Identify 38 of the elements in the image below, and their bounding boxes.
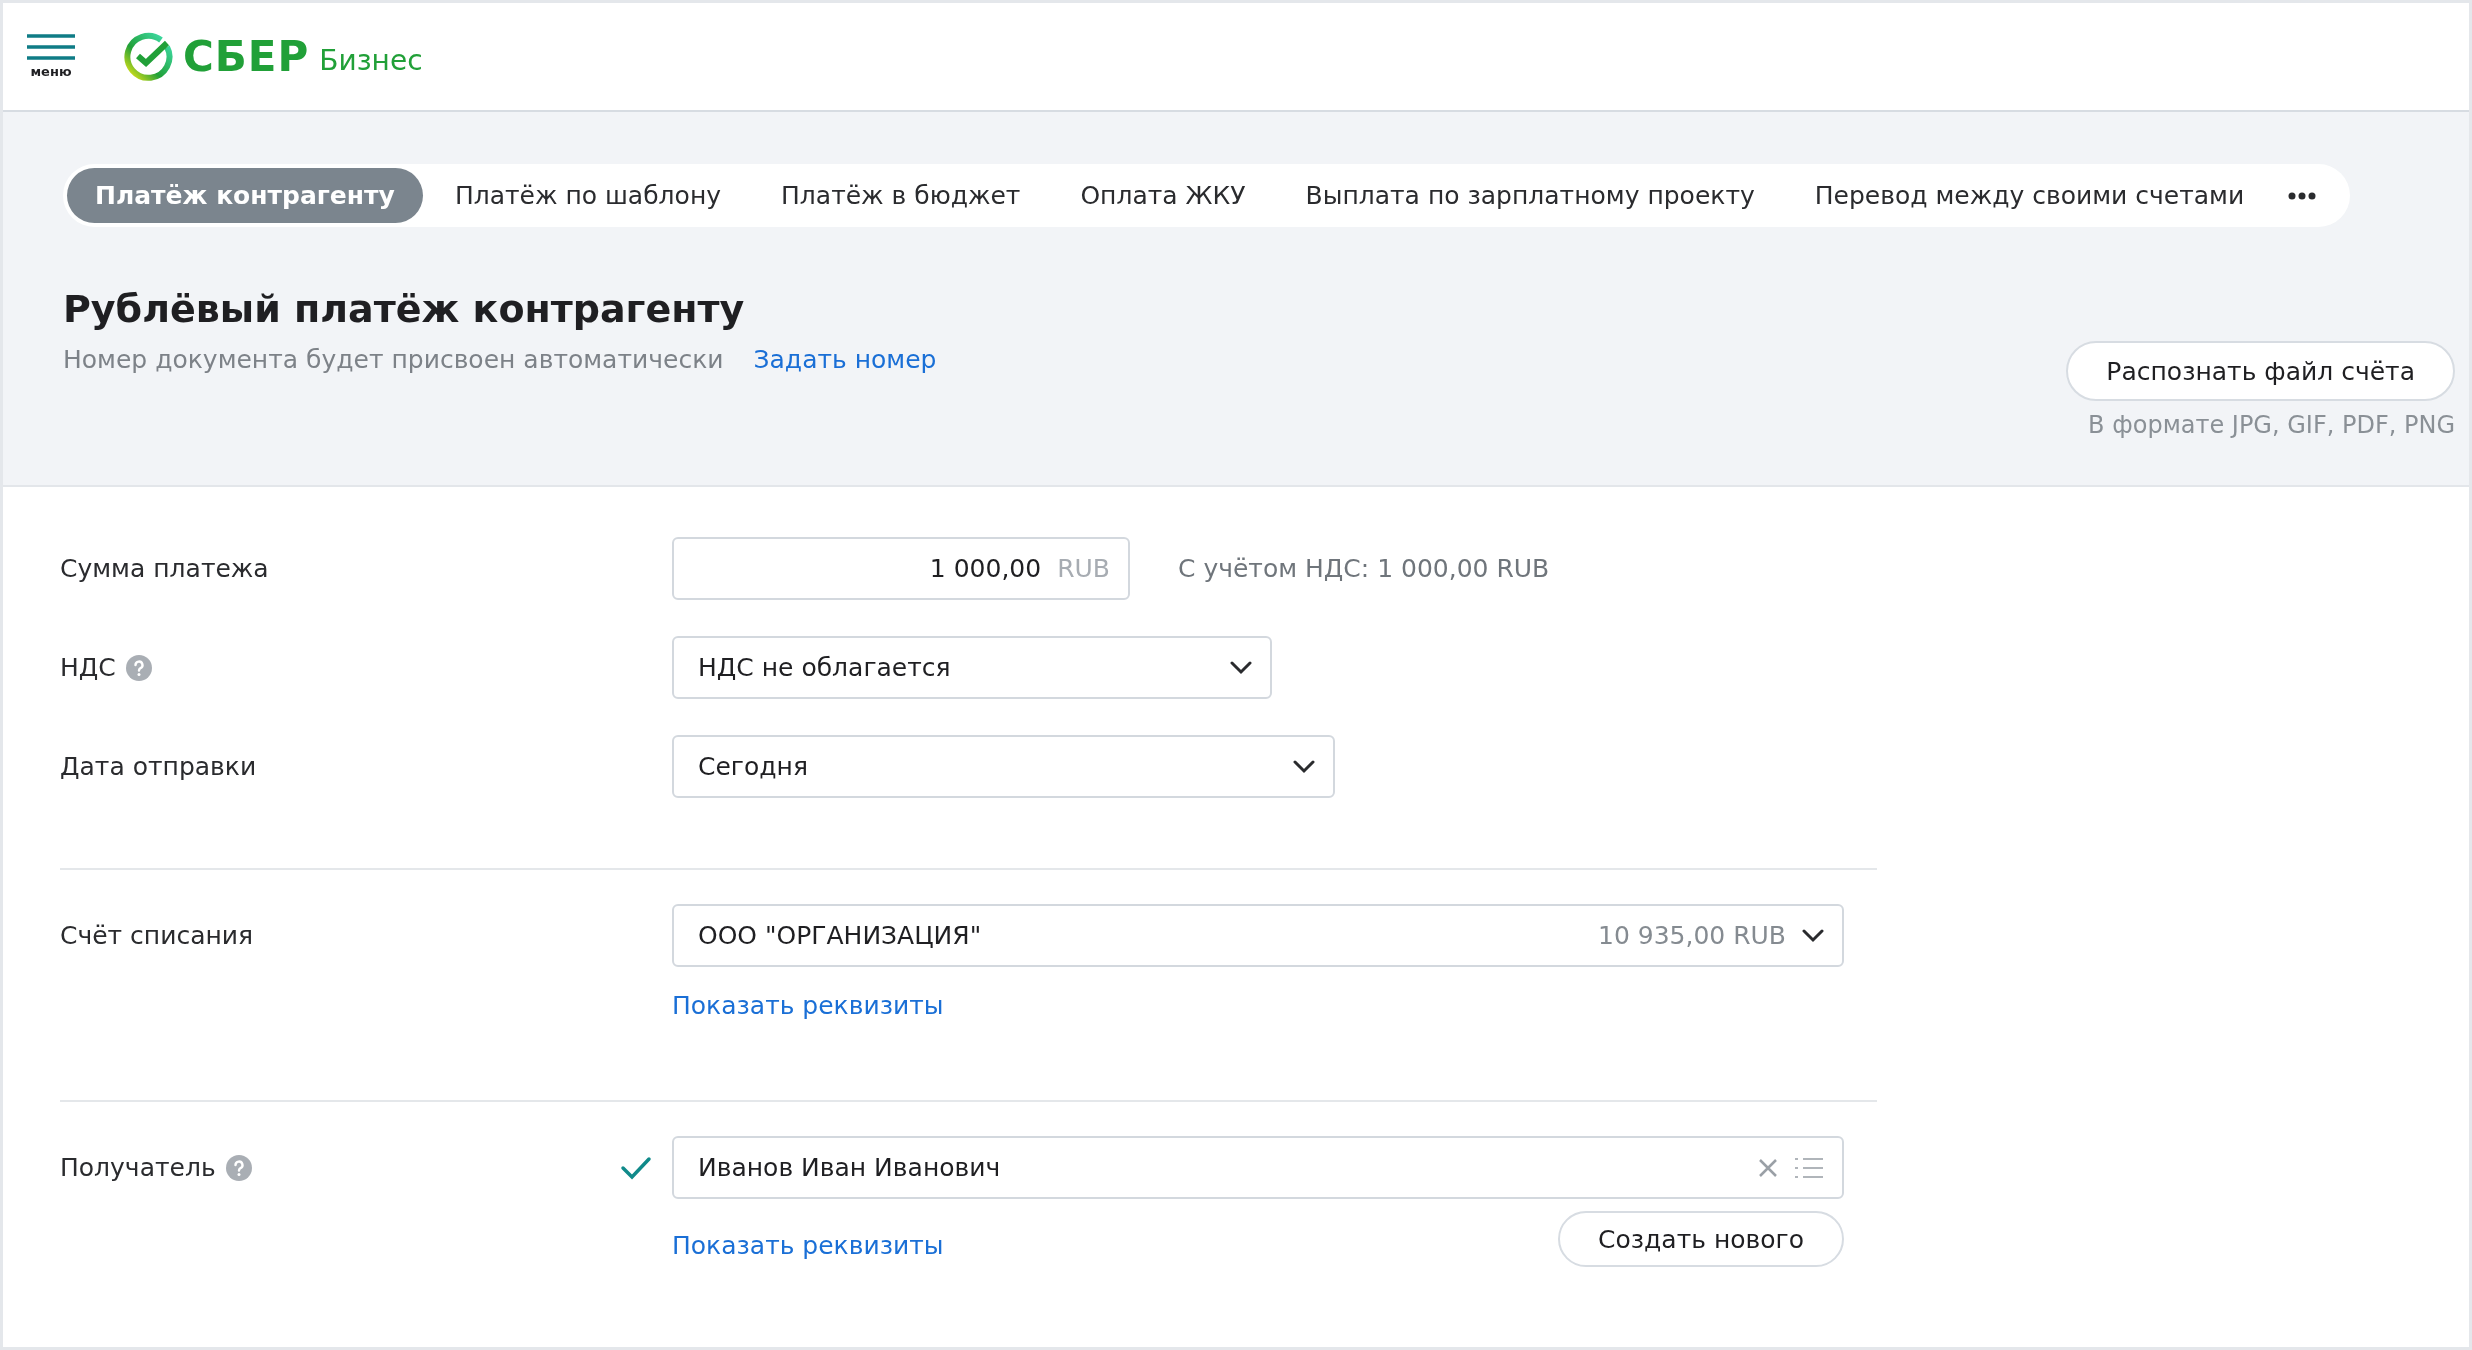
field-label: Счёт списания	[60, 921, 254, 950]
set-number-link[interactable]: Задать номер	[753, 345, 937, 375]
account-select[interactable]: ООО "ОРГАНИЗАЦИЯ" 10 935,00 RUB	[672, 904, 1844, 967]
menu-icon	[27, 34, 75, 61]
field-label: Дата отправки	[60, 752, 257, 781]
amount-input[interactable]: 1 000,00 RUB	[672, 537, 1130, 600]
page-subtitle: Номер документа будет присвоен автоматически	[63, 345, 724, 375]
list-icon[interactable]	[1794, 1155, 1824, 1180]
payment-tab[interactable]: Выплата по зарплатному проекту	[1277, 168, 1783, 224]
recognize-file-button[interactable]: Распознать файл счёта	[2066, 341, 2455, 402]
logo-subtext: Бизнес	[319, 44, 423, 78]
payment-tab[interactable]: Перевод между своими счетами	[1786, 168, 2273, 224]
payment-tab[interactable]: Платёж в бюджет	[753, 168, 1049, 224]
field-label: Сумма платежа	[60, 554, 269, 583]
payment-tab[interactable]: Оплата ЖКУ	[1052, 168, 1274, 224]
show-details-link[interactable]: Показать реквизиты	[672, 991, 944, 1020]
field-label: Получатель	[60, 1153, 216, 1182]
create-new-button[interactable]: Создать нового	[1558, 1211, 1844, 1267]
chevron-down-icon	[1293, 759, 1315, 774]
recipient-input[interactable]: Иванов Иван Иванович	[672, 1136, 1844, 1199]
field-label: НДС	[60, 653, 116, 682]
more-icon	[2288, 192, 2317, 200]
chevron-down-icon	[1230, 660, 1252, 675]
chevron-down-icon	[1802, 928, 1824, 943]
help-icon[interactable]	[125, 654, 152, 681]
select-field[interactable]: НДС не облагается	[672, 636, 1272, 699]
logo-text: СБЕР	[183, 32, 310, 82]
show-details-link[interactable]: Показать реквизиты	[672, 1230, 944, 1260]
logo-icon	[123, 31, 173, 82]
payment-tab[interactable]: Платёж по шаблону	[426, 168, 750, 224]
clear-icon[interactable]	[1758, 1157, 1778, 1178]
payment-tab[interactable]: Платёж контрагенту	[67, 168, 423, 224]
format-hint: В формате JPG, GIF, PDF, PNG	[2088, 411, 2455, 440]
vat-note: С учётом НДС: 1 000,00 RUB	[1178, 554, 1550, 583]
menu-button[interactable]: меню	[27, 34, 75, 80]
help-icon[interactable]	[225, 1154, 252, 1181]
page-title: Рублёвый платёж контрагенту	[63, 287, 746, 332]
select-field[interactable]: Сегодня	[672, 735, 1335, 798]
